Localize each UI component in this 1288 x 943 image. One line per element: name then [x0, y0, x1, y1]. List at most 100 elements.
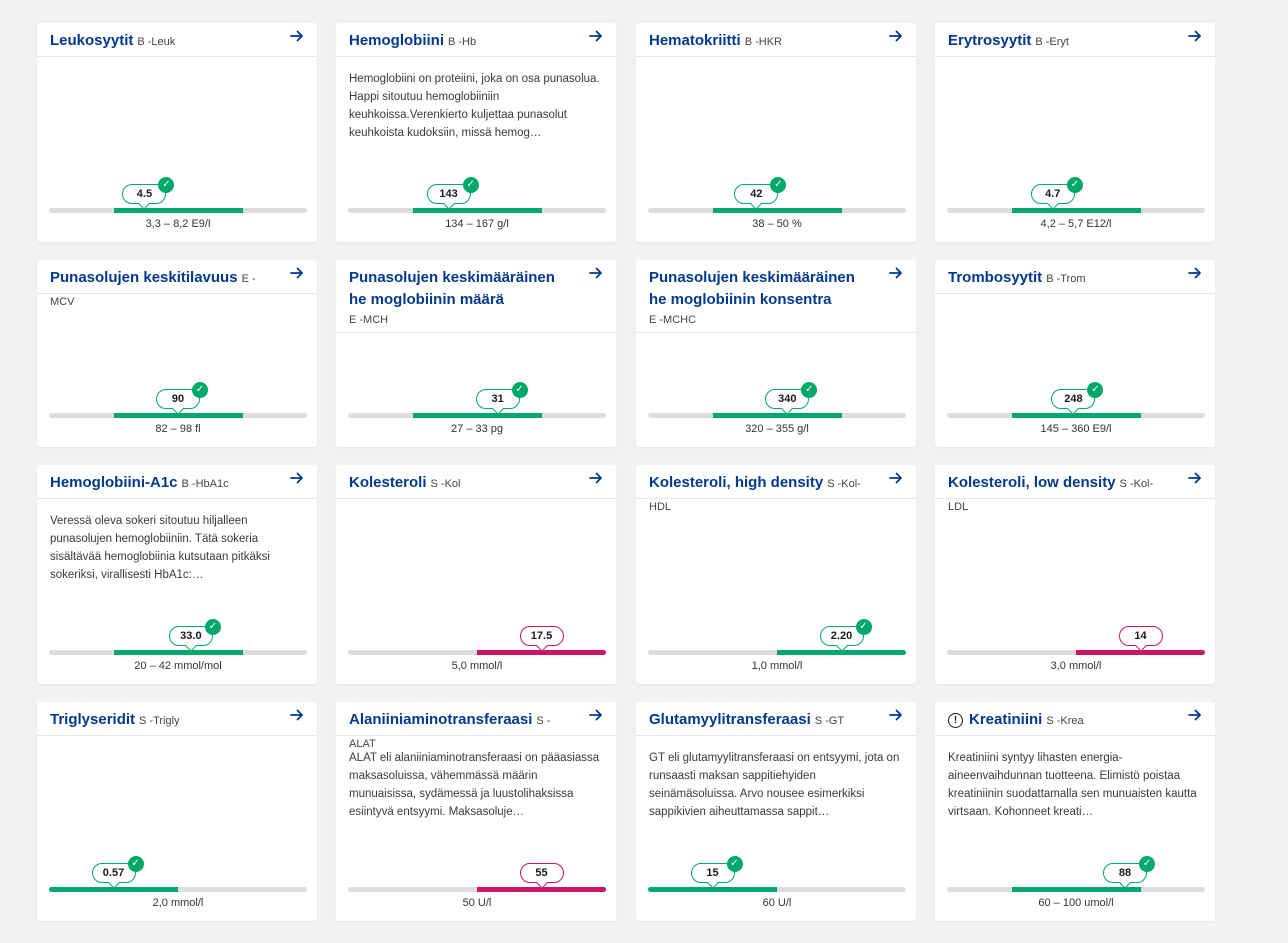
gauge-range-fill — [712, 208, 842, 213]
arrow-right-icon[interactable] — [1187, 28, 1203, 44]
arrow-right-icon[interactable] — [588, 470, 604, 486]
result-card[interactable]: Erytrosyytit B -Eryt 4.7 ✓ 4,2 – 5,7 E12/l — [935, 23, 1215, 242]
card-title[interactable]: Glutamyylitransferaasi — [649, 711, 811, 728]
arrow-right-icon[interactable] — [1187, 707, 1203, 723]
title-line: Punasolujen keskimääräinen he moglobiini… — [349, 267, 572, 311]
result-card[interactable]: Hemoglobiini B -Hb Hemoglobiini on proteii… — [336, 23, 616, 242]
card-header: Punasolujen keskitilavuus E -MCV — [37, 260, 317, 308]
card-title[interactable]: Alaniiniaminotransferaasi — [349, 711, 532, 728]
check-icon: ✓ — [462, 177, 479, 193]
value-bubble: 31 ✓ — [475, 382, 528, 409]
title-line: Hemoglobiini-A1c B -HbA1c — [50, 472, 273, 495]
reference-range: 134 – 167 g/l — [445, 218, 509, 230]
value-bubble: 0.57 ✓ — [91, 856, 144, 883]
result-value: 88 — [1118, 867, 1132, 879]
value-bubble: 340 ✓ — [765, 382, 818, 409]
reference-range: 3,0 mmol/l — [1050, 660, 1102, 672]
result-value: 55 — [535, 867, 548, 879]
card-title[interactable]: Hematokriitti — [649, 32, 741, 49]
test-code: S -Trigly — [139, 715, 180, 727]
card-title[interactable]: Punasolujen keskimääräinen he moglobiini… — [349, 267, 572, 311]
result-card[interactable]: Punasolujen keskitilavuus E -MCV 90 ✓ 82 – 9… — [37, 260, 317, 447]
result-card[interactable]: Glutamyylitransferaasi S -GT GT eli glutam… — [636, 702, 916, 921]
arrow-right-icon[interactable] — [1187, 470, 1203, 486]
check-icon: ✓ — [158, 177, 175, 193]
arrow-right-icon[interactable] — [588, 28, 604, 44]
reference-range: 3,3 – 8,2 E9/l — [145, 218, 211, 230]
value-bubble: 2.20 ✓ — [819, 619, 872, 646]
title-line: Kolesteroli, low density S -Kol-LDL — [948, 472, 1171, 518]
result-value: 248 — [1064, 393, 1083, 405]
value-bubble: 90 ✓ — [156, 382, 208, 409]
result-card[interactable]: Hematokriitti B -HKR 42 ✓ 38 – 50 % — [636, 23, 916, 242]
result-card[interactable]: Alaniiniaminotransferaasi S -ALAT ALAT eli… — [336, 702, 616, 921]
result-value: 4.5 — [136, 188, 153, 200]
result-value: 90 — [171, 393, 185, 405]
card-title[interactable]: Hemoglobiini-A1c — [50, 474, 178, 491]
arrow-right-icon[interactable] — [289, 265, 305, 281]
result-gauge: 4.7 ✓ 4,2 – 5,7 E12/l — [947, 172, 1205, 242]
result-gauge: 55 50 U/l — [348, 851, 606, 921]
test-code: E -MCHC — [649, 314, 697, 326]
value-bubble: 15 ✓ — [690, 856, 743, 883]
result-value: 33.0 — [180, 630, 202, 642]
card-title[interactable]: Leukosyytit — [50, 32, 133, 49]
arrow-right-icon[interactable] — [588, 265, 604, 281]
check-icon: ✓ — [204, 619, 221, 635]
arrow-right-icon[interactable] — [289, 707, 305, 723]
result-value: 17.5 — [530, 630, 553, 642]
card-title[interactable]: Kreatiniini — [969, 711, 1042, 728]
card-title[interactable]: Trombosyytit — [948, 269, 1042, 286]
value-bubble: 55 — [519, 863, 564, 883]
result-card[interactable]: Triglyseridit S -Trigly 0.57 ✓ 2,0 mmol/l — [37, 702, 317, 921]
card-title[interactable]: Kolesteroli, high density — [649, 474, 823, 491]
card-header: Kolesteroli, low density S -Kol-LDL — [935, 465, 1215, 513]
result-gauge: 33.0 ✓ 20 – 42 mmol/mol — [49, 614, 307, 684]
arrow-right-icon[interactable] — [888, 707, 904, 723]
arrow-right-icon[interactable] — [888, 265, 904, 281]
result-card[interactable]: Leukosyytit B -Leuk 4.5 ✓ 3,3 – 8,2 E9/l — [37, 23, 317, 242]
arrow-right-icon[interactable] — [888, 470, 904, 486]
result-card[interactable]: Hemoglobiini-A1c B -HbA1c Veressä oleva so… — [37, 465, 317, 684]
check-icon: ✓ — [192, 382, 208, 398]
arrow-right-icon[interactable] — [888, 28, 904, 44]
title-line: Hematokriitti B -HKR — [649, 30, 872, 53]
result-card[interactable]: Kolesteroli S -Kol 17.5 5,0 mmol/l — [336, 465, 616, 684]
arrow-right-icon[interactable] — [289, 470, 305, 486]
card-title[interactable]: Triglyseridit — [50, 711, 135, 728]
card-header: Triglyseridit S -Trigly — [37, 702, 317, 736]
result-card[interactable]: Punasolujen keskimääräinen he moglobiini… — [636, 260, 916, 447]
card-header: Hemoglobiini B -Hb — [336, 23, 616, 57]
title-line: Hemoglobiini B -Hb — [349, 30, 572, 53]
result-value: 2.20 — [830, 630, 853, 642]
reference-range: 50 U/l — [462, 897, 492, 909]
arrow-right-icon[interactable] — [588, 707, 604, 723]
title-line: Kolesteroli, high density S -Kol-HDL — [649, 472, 872, 518]
result-gauge: 143 ✓ 134 – 167 g/l — [348, 172, 606, 242]
reference-range: 4,2 – 5,7 E12/l — [1040, 218, 1112, 230]
result-card[interactable]: Kolesteroli, low density S -Kol-LDL 14 3,0 … — [935, 465, 1215, 684]
reference-range: 5,0 mmol/l — [451, 660, 503, 672]
card-title[interactable]: Hemoglobiini — [349, 32, 444, 49]
result-card[interactable]: Trombosyytit B -Trom 248 ✓ 145 – 360 E9/l — [935, 260, 1215, 447]
result-card[interactable]: Punasolujen keskimääräinen he moglobiini… — [336, 260, 616, 447]
result-card[interactable]: ! Kreatiniini S -Krea Kreatiniini syntyy li… — [935, 702, 1215, 921]
card-title[interactable]: Kolesteroli, low density — [948, 474, 1116, 491]
card-title[interactable]: Punasolujen keskimääräinen he moglobiini… — [649, 267, 872, 311]
card-title[interactable]: Punasolujen keskitilavuus — [50, 269, 238, 286]
test-code: S -GT — [814, 715, 845, 727]
card-title[interactable]: Kolesteroli — [349, 474, 427, 491]
arrow-right-icon[interactable] — [1187, 265, 1203, 281]
reference-range: 1,0 mmol/l — [751, 660, 803, 672]
card-header: Punasolujen keskimääräinen he moglobiini… — [336, 260, 616, 333]
check-icon: ✓ — [127, 856, 144, 872]
arrow-right-icon[interactable] — [289, 28, 305, 44]
gauge-range-fill — [113, 650, 243, 655]
result-card[interactable]: Kolesteroli, high density S -Kol-HDL 2.20 ✓… — [636, 465, 916, 684]
check-icon: ✓ — [726, 856, 743, 872]
test-code: S -Kol — [430, 478, 461, 490]
card-title[interactable]: Erytrosyytit — [948, 32, 1031, 49]
card-description: Hemoglobiini on proteiini, joka on osa p… — [349, 73, 600, 139]
check-icon: ✓ — [1066, 177, 1083, 193]
result-value: 143 — [439, 188, 458, 200]
